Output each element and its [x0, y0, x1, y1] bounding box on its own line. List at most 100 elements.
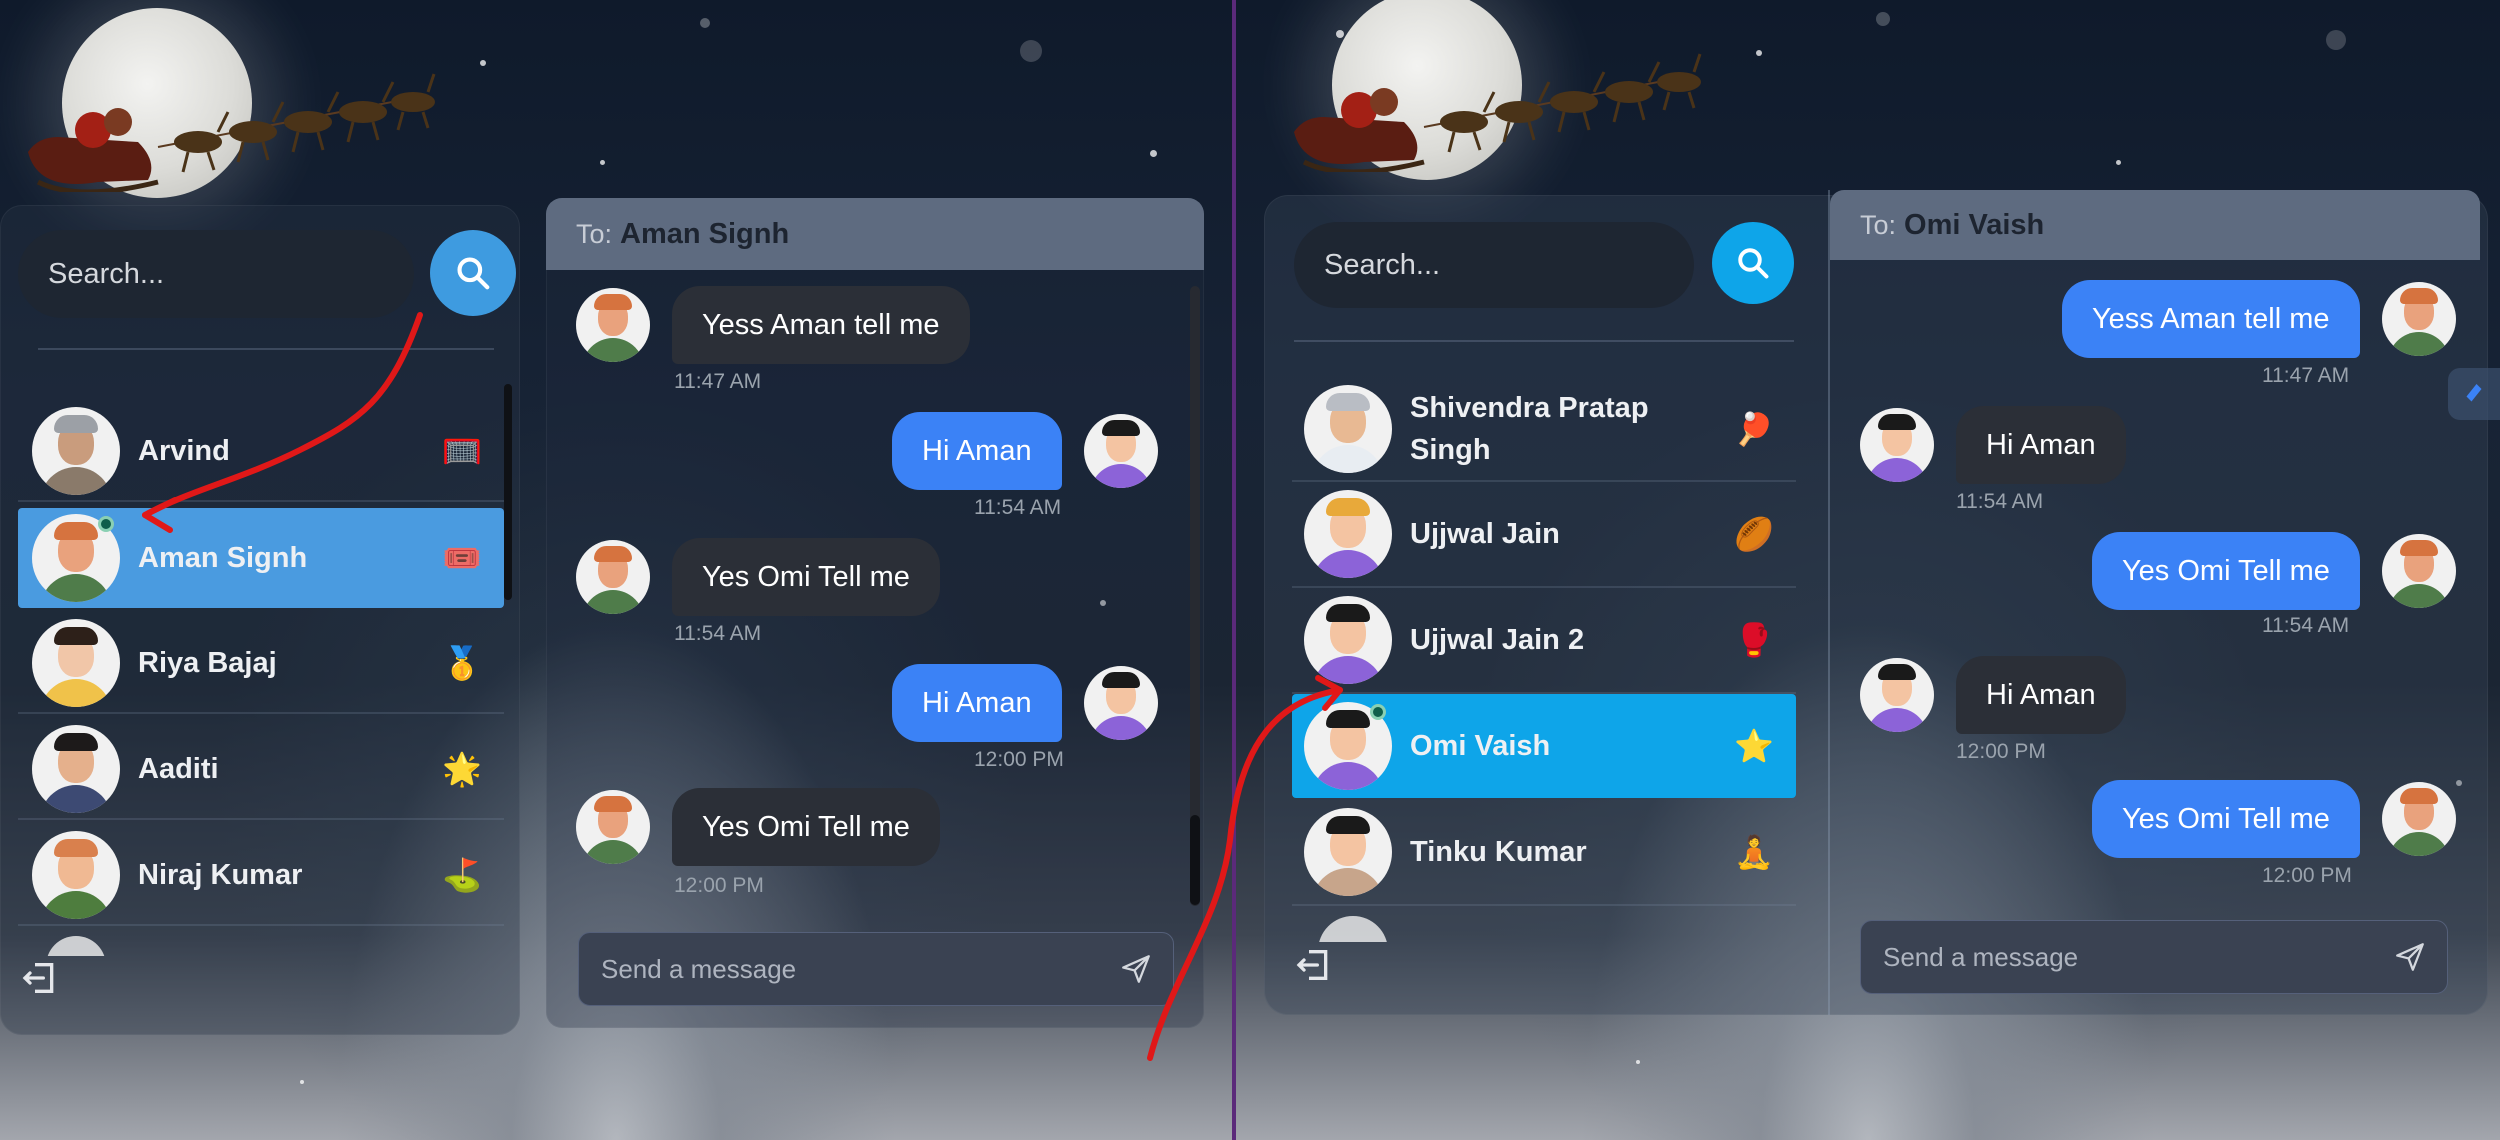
avatar: [576, 540, 650, 614]
contact-status-emoji: ⛳: [442, 857, 482, 893]
contact-item[interactable]: Aaditi 🌟: [18, 720, 504, 820]
chat-recipient-name: Omi Vaish: [1904, 208, 2045, 241]
search-input[interactable]: [18, 230, 414, 318]
contact-name: Shivendra Pratap Singh: [1410, 392, 1649, 466]
avatar: [2381, 782, 2456, 856]
contact-status-emoji: 🌟: [442, 751, 482, 787]
contact-status-emoji: 🧘: [1734, 834, 1774, 870]
message-incoming: Yess Aman tell me: [576, 286, 970, 364]
contact-item[interactable]: Ujjwal Jain 2 🥊: [1292, 588, 1796, 694]
chat-header: To: Aman Signh: [546, 198, 1204, 270]
contact-item[interactable]: Tinku Kumar 🧘: [1292, 800, 1796, 906]
message-time: 11:54 AM: [674, 622, 762, 645]
message-time: 11:47 AM: [674, 370, 762, 393]
message-time: 11:54 AM: [974, 496, 1062, 519]
snowflake: [1150, 150, 1157, 157]
avatar: [1304, 385, 1392, 473]
message-bubble: Yes Omi Tell me: [672, 538, 940, 616]
avatar: [1304, 808, 1392, 896]
message-bubble: Hi Aman: [892, 664, 1062, 742]
avatar: [32, 619, 120, 707]
message-bubble: Hi Aman: [1956, 656, 2126, 734]
contact-status-emoji: ⭐: [1734, 728, 1774, 764]
chat-recipient-name: Aman Signh: [620, 217, 790, 250]
avatar: [1304, 490, 1392, 578]
contact-status-emoji: 🥊: [1734, 622, 1774, 658]
message-incoming: Hi Aman: [1860, 406, 2126, 484]
contact-list-scrollbar[interactable]: [504, 384, 512, 600]
message-incoming: Hi Aman: [1860, 656, 2126, 734]
contact-item[interactable]: Arvind 🥅: [18, 402, 504, 502]
search-button[interactable]: [1712, 222, 1794, 304]
contact-status-emoji: 🥇: [442, 645, 482, 681]
message-time: 12:00 PM: [974, 748, 1064, 771]
message-time: 12:00 PM: [1956, 740, 2046, 763]
message-outgoing: Yes Omi Tell me: [2092, 532, 2456, 610]
extension-icon: [2466, 384, 2482, 402]
search-input[interactable]: [1294, 222, 1694, 308]
contact-name: Aman Signh: [138, 542, 308, 574]
avatar: [1083, 414, 1158, 488]
message-time: 12:00 PM: [2262, 864, 2352, 887]
contact-name: Omi Vaish: [1410, 730, 1551, 762]
message-bubble: Hi Aman: [1956, 406, 2126, 484]
search-icon: [457, 257, 490, 290]
chat-header: To: Omi Vaish: [1830, 190, 2480, 260]
message-bubble: Yes Omi Tell me: [672, 788, 940, 866]
message-input[interactable]: [1881, 940, 2393, 974]
contact-list-overflow: [1304, 916, 1784, 942]
search-button[interactable]: [430, 230, 516, 316]
logout-icon[interactable]: [1294, 945, 1334, 985]
contact-item[interactable]: Niraj Kumar ⛳: [18, 826, 504, 926]
santa-sleigh-image: [1294, 53, 1702, 172]
contact-item-active[interactable]: Omi Vaish ⭐: [1292, 694, 1796, 798]
snowflake: [1636, 1060, 1640, 1064]
side-extension-tab[interactable]: [2448, 368, 2500, 420]
contact-status-emoji: 🥅: [442, 433, 482, 469]
message-composer: [578, 932, 1174, 1006]
snowflake: [1876, 12, 1890, 26]
contact-item[interactable]: Ujjwal Jain 🏉: [1292, 482, 1796, 588]
logout-icon[interactable]: [20, 958, 60, 998]
contact-item[interactable]: Riya Bajaj 🥇: [18, 614, 504, 714]
avatar: [32, 725, 120, 813]
left-screenshot-pane: Arvind 🥅 Aman Signh 🎟️ Riya Bajaj 🥇 Aadi…: [0, 0, 1232, 1140]
online-status-icon: [98, 516, 114, 532]
message-outgoing: Yes Omi Tell me: [2092, 780, 2456, 858]
to-label: To:: [576, 218, 613, 249]
message-time: 11:54 AM: [1956, 490, 2044, 513]
santa-sleigh-image: [28, 73, 436, 192]
snowflake: [1020, 40, 1042, 62]
message-bubble: Hi Aman: [892, 412, 1062, 490]
avatar: [1860, 408, 1934, 482]
message-incoming: Yes Omi Tell me: [576, 538, 940, 616]
contact-status-emoji: 🏉: [1734, 516, 1774, 552]
message-bubble: Yess Aman tell me: [2062, 280, 2360, 358]
online-status-icon: [1370, 704, 1386, 720]
contact-name: Niraj Kumar: [138, 859, 303, 891]
avatar: [32, 407, 120, 495]
send-icon[interactable]: [2393, 940, 2427, 974]
contact-name: Arvind: [138, 435, 230, 467]
avatar: [2381, 282, 2456, 356]
search-icon: [1738, 248, 1769, 279]
message-bubble: Yess Aman tell me: [672, 286, 970, 364]
contact-item[interactable]: Shivendra Pratap Singh 🏓: [1292, 378, 1796, 482]
snowflake: [2116, 160, 2121, 165]
contact-item-active[interactable]: Aman Signh 🎟️: [18, 508, 504, 608]
contact-status-emoji: 🏓: [1734, 411, 1774, 447]
message-input[interactable]: [599, 952, 1119, 986]
avatar: [32, 831, 120, 919]
snowflake: [2326, 30, 2346, 50]
contact-name: Riya Bajaj: [138, 647, 277, 679]
snowflake: [600, 160, 605, 165]
chat-scrollbar-thumb[interactable]: [1190, 815, 1200, 905]
snowflake: [1756, 50, 1762, 56]
contact-name: Ujjwal Jain 2: [1410, 624, 1585, 656]
contact-status-emoji: 🎟️: [442, 540, 482, 576]
chat-scrollbar-track[interactable]: [1190, 286, 1200, 906]
message-outgoing: Hi Aman: [892, 664, 1158, 742]
send-icon[interactable]: [1119, 952, 1153, 986]
message-outgoing: Hi Aman: [892, 412, 1158, 490]
message-bubble: Yes Omi Tell me: [2092, 780, 2360, 858]
